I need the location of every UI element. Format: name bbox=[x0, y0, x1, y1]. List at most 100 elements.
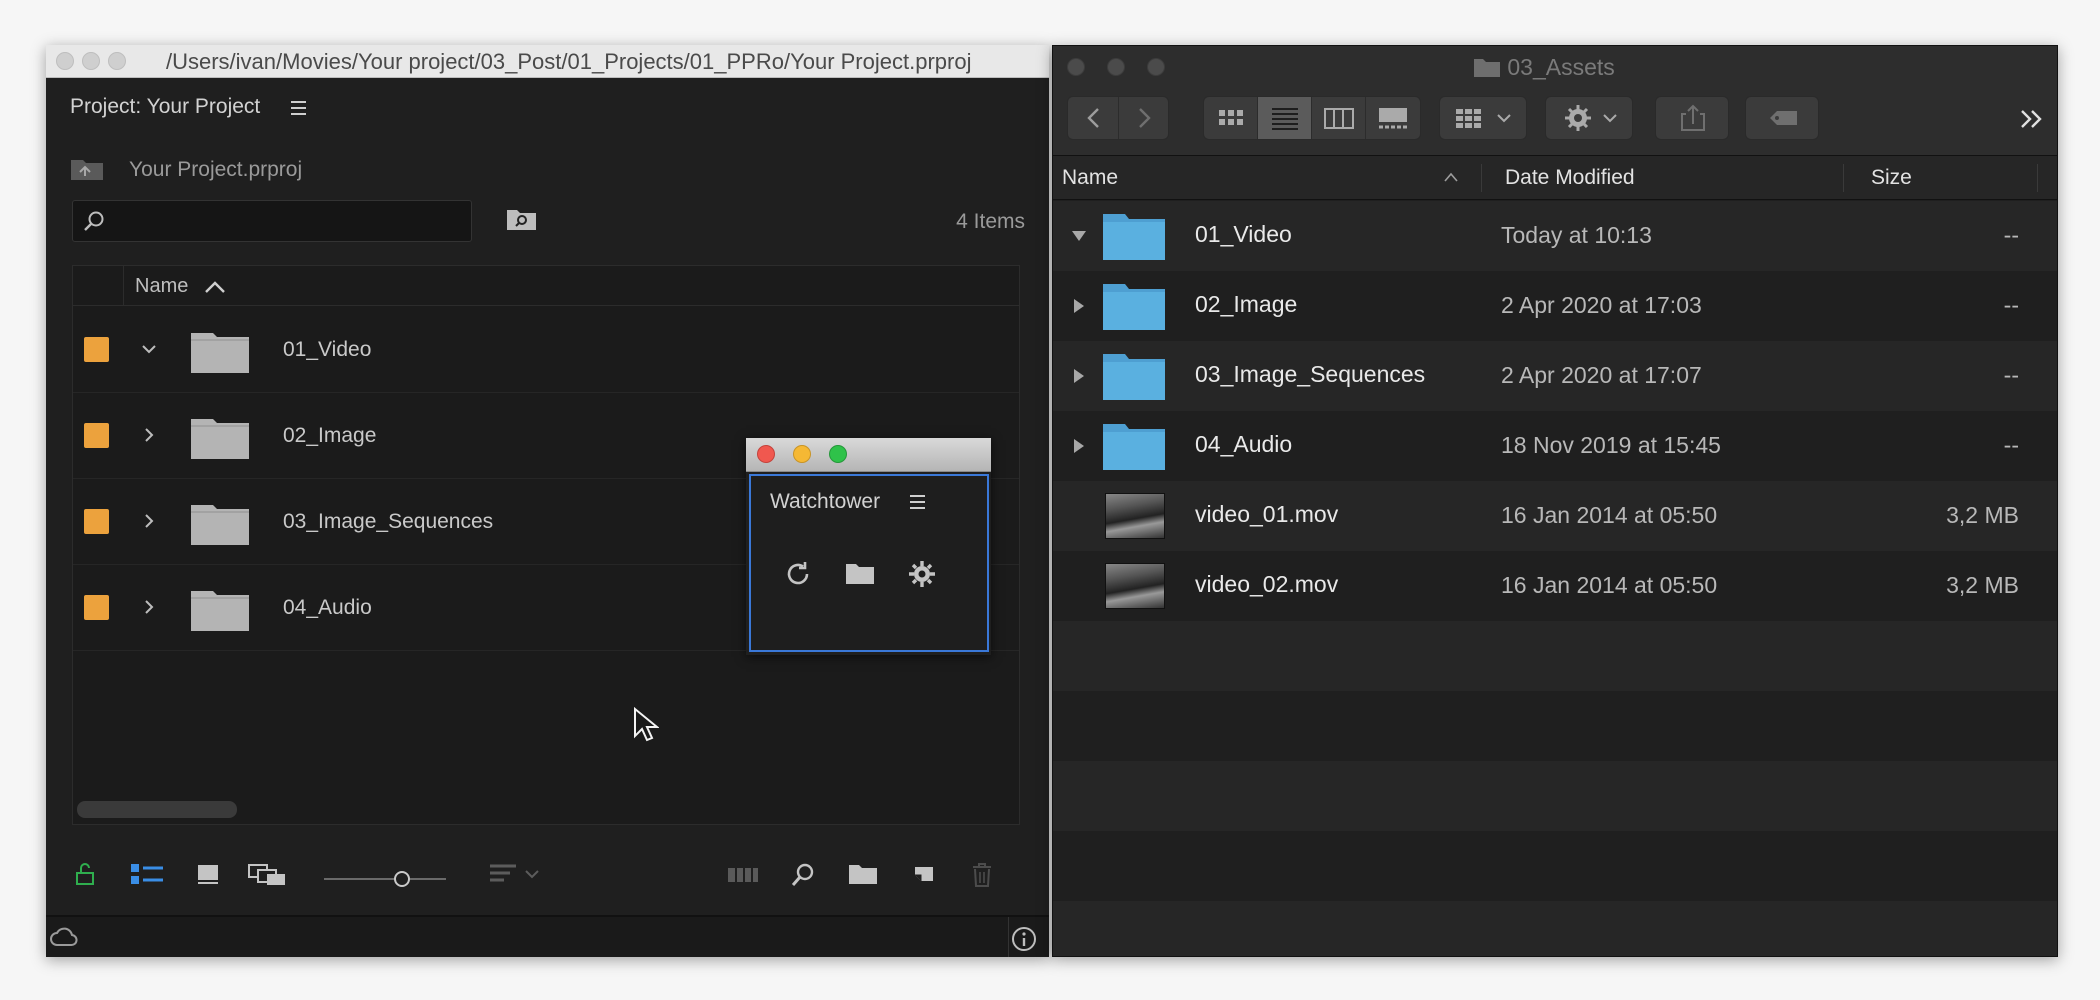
project-file-name: Your Project.prproj bbox=[129, 158, 303, 181]
icon-view-button[interactable] bbox=[1204, 97, 1258, 139]
status-bar bbox=[46, 915, 1049, 957]
new-item-icon[interactable] bbox=[912, 862, 936, 886]
minimize-button[interactable] bbox=[82, 52, 100, 70]
lock-icon[interactable] bbox=[74, 862, 96, 886]
close-button[interactable] bbox=[757, 445, 775, 463]
minimize-button[interactable] bbox=[1107, 58, 1125, 76]
premiere-title-bar[interactable]: /Users/ivan/Movies/Your project/03_Post/… bbox=[46, 45, 1049, 78]
column-header: Name Date Modified Size bbox=[1053, 156, 2057, 200]
column-header-name[interactable]: Name bbox=[1062, 166, 1118, 190]
list-view-icon[interactable] bbox=[130, 862, 164, 886]
list-item[interactable]: 04_Audio 18 Nov 2019 at 15:45 -- bbox=[1053, 411, 2057, 481]
column-view-button[interactable] bbox=[1312, 97, 1366, 139]
sort-ascending-icon[interactable] bbox=[1443, 171, 1459, 183]
list-item[interactable]: 03_Image_Sequences 2 Apr 2020 at 17:07 -… bbox=[1053, 341, 2057, 411]
finder-toolbar: 03_Assets bbox=[1053, 46, 2057, 156]
panel-menu-icon[interactable] bbox=[909, 493, 927, 511]
column-header-date[interactable]: Date Modified bbox=[1505, 166, 1635, 190]
disclosure-closed-icon[interactable] bbox=[1069, 436, 1089, 456]
back-button[interactable] bbox=[1068, 97, 1119, 139]
chevron-right-icon[interactable] bbox=[139, 597, 159, 617]
automate-to-sequence-icon[interactable] bbox=[726, 862, 760, 886]
file-list: 01_Video Today at 10:13 -- 02_Image 2 Ap… bbox=[1053, 201, 2057, 956]
project-path: /Users/ivan/Movies/Your project/03_Post/… bbox=[166, 49, 972, 74]
find-icon[interactable] bbox=[790, 862, 816, 888]
chevron-down-icon[interactable] bbox=[139, 339, 159, 359]
refresh-icon[interactable] bbox=[783, 559, 813, 589]
column-header-name[interactable]: Name bbox=[135, 275, 188, 298]
empty-row bbox=[1053, 621, 2057, 691]
bin-folder-icon bbox=[191, 329, 249, 373]
back-forward-buttons bbox=[1067, 96, 1169, 140]
list-item[interactable]: 02_Image 2 Apr 2020 at 17:03 -- bbox=[1053, 271, 2057, 341]
icon-view-icon[interactable] bbox=[196, 862, 220, 886]
label-color-swatch[interactable] bbox=[84, 509, 109, 534]
disclosure-closed-icon[interactable] bbox=[1069, 296, 1089, 316]
list-item[interactable]: video_02.mov 16 Jan 2014 at 05:50 3,2 MB bbox=[1053, 551, 2057, 621]
zoom-button[interactable] bbox=[108, 52, 126, 70]
bin-label[interactable]: 04_Audio bbox=[283, 596, 372, 620]
sort-ascending-icon[interactable] bbox=[203, 279, 227, 295]
bin-folder-icon bbox=[191, 501, 249, 545]
minimize-button[interactable] bbox=[793, 445, 811, 463]
bin-label[interactable]: 03_Image_Sequences bbox=[283, 510, 493, 534]
bin-up-icon[interactable] bbox=[70, 155, 104, 181]
disclosure-closed-icon[interactable] bbox=[1069, 366, 1089, 386]
search-input[interactable] bbox=[72, 200, 472, 242]
window-title: 03_Assets bbox=[1473, 54, 1615, 81]
creative-cloud-icon[interactable] bbox=[48, 925, 80, 951]
folder-icon bbox=[1103, 422, 1165, 470]
action-menu-button[interactable] bbox=[1545, 96, 1633, 140]
horizontal-scrollbar[interactable] bbox=[77, 801, 237, 818]
trash-icon[interactable] bbox=[970, 862, 994, 888]
bin-label[interactable]: 01_Video bbox=[283, 338, 371, 362]
freeform-view-icon[interactable] bbox=[248, 862, 286, 886]
label-color-swatch[interactable] bbox=[84, 595, 109, 620]
empty-row bbox=[1053, 901, 2057, 956]
gear-icon[interactable] bbox=[907, 559, 937, 589]
new-bin-icon[interactable] bbox=[848, 862, 878, 886]
close-button[interactable] bbox=[56, 52, 74, 70]
info-icon[interactable] bbox=[1010, 925, 1038, 953]
video-thumbnail bbox=[1105, 563, 1165, 609]
panel-menu-icon[interactable] bbox=[289, 98, 309, 118]
gallery-view-button[interactable] bbox=[1366, 97, 1420, 139]
folder-icon bbox=[1103, 212, 1165, 260]
watchtower-title-bar[interactable] bbox=[746, 438, 991, 472]
column-header-size[interactable]: Size bbox=[1871, 166, 1912, 190]
find-in-bin-icon[interactable] bbox=[506, 206, 538, 232]
bin-label[interactable]: 02_Image bbox=[283, 424, 376, 448]
watchtower-panel: Watchtower bbox=[749, 474, 989, 652]
bin-row[interactable]: 01_Video bbox=[73, 307, 1019, 393]
label-color-swatch[interactable] bbox=[84, 423, 109, 448]
panel-title: Project: Your Project bbox=[70, 95, 261, 118]
tags-button[interactable] bbox=[1745, 96, 1819, 140]
chevron-right-icon[interactable] bbox=[139, 425, 159, 445]
toolbar-overflow-icon[interactable] bbox=[2017, 106, 2047, 132]
folder-icon[interactable] bbox=[845, 561, 875, 587]
folder-icon bbox=[1103, 282, 1165, 330]
bin-folder-icon bbox=[191, 415, 249, 459]
folder-icon bbox=[1474, 59, 1500, 77]
watchtower-window: Watchtower bbox=[746, 438, 991, 655]
empty-row bbox=[1053, 831, 2057, 901]
zoom-button[interactable] bbox=[1147, 58, 1165, 76]
group-by-button[interactable] bbox=[1439, 96, 1527, 140]
disclosure-open-icon[interactable] bbox=[1069, 226, 1089, 246]
list-item[interactable]: video_01.mov 16 Jan 2014 at 05:50 3,2 MB bbox=[1053, 481, 2057, 551]
finder-window: 03_Assets Name Date Modified Size 01_Vid… bbox=[1052, 45, 2058, 957]
zoom-slider[interactable] bbox=[322, 869, 448, 889]
label-color-swatch[interactable] bbox=[84, 337, 109, 362]
mouse-cursor-icon bbox=[633, 707, 659, 743]
list-view-button[interactable] bbox=[1258, 97, 1312, 139]
sort-icons-icon[interactable] bbox=[488, 862, 540, 886]
item-count: 4 Items bbox=[956, 210, 1025, 233]
share-button[interactable] bbox=[1655, 96, 1729, 140]
list-item[interactable]: 01_Video Today at 10:13 -- bbox=[1053, 201, 2057, 271]
close-button[interactable] bbox=[1067, 58, 1085, 76]
chevron-right-icon[interactable] bbox=[139, 511, 159, 531]
zoom-button[interactable] bbox=[829, 445, 847, 463]
view-mode-buttons bbox=[1203, 96, 1421, 140]
empty-row bbox=[1053, 691, 2057, 761]
forward-button[interactable] bbox=[1119, 97, 1169, 139]
